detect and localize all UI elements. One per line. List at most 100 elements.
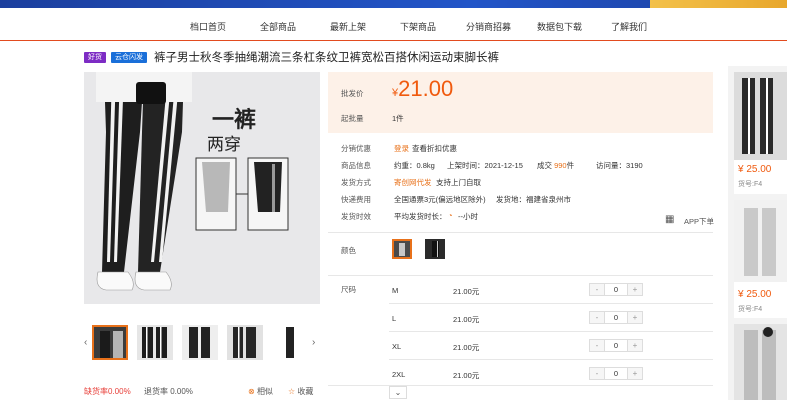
similar-button[interactable]: ⊗ 相似: [248, 386, 273, 397]
plus-button[interactable]: +: [628, 284, 642, 295]
thumbnail-5[interactable]: [272, 325, 308, 360]
min-order-value: 1件: [392, 114, 404, 123]
ship-origin: 发货地：福建省泉州市: [496, 195, 571, 204]
ship-method-label: 发货方式: [341, 178, 371, 187]
login-link[interactable]: 登录: [394, 143, 409, 154]
qrcode-icon: ▦: [665, 214, 675, 225]
shipping-fee-text: 全国通票3元(偏远地区除外): [394, 195, 486, 204]
thumb-image: [272, 325, 308, 360]
swatch-image: [394, 241, 410, 257]
recommend-card[interactable]: [734, 324, 787, 400]
thumbnail-strip: ‹ ›: [84, 323, 320, 363]
price-panel: [328, 72, 713, 133]
expand-sizes-chevron-icon[interactable]: ⌄: [389, 386, 407, 399]
row-divider: [389, 359, 713, 360]
minus-button[interactable]: -: [590, 340, 604, 351]
plus-button[interactable]: +: [628, 368, 642, 379]
min-order-label: 起批量: [341, 114, 364, 123]
thumbnail-3[interactable]: [182, 325, 218, 360]
recommend-image: [734, 200, 787, 282]
ship-time-label: 发货时效: [341, 212, 371, 221]
promo-line1: 一裤: [212, 107, 256, 133]
thumb-image: [227, 325, 263, 360]
size-price: 21.00元: [453, 315, 480, 324]
color-swatch-grey[interactable]: [392, 239, 412, 259]
quantity-stepper: -0 +: [589, 311, 643, 324]
recommend-code: 货号:F4: [738, 306, 763, 313]
nav-store-home[interactable]: 档口首页: [190, 20, 226, 33]
thumbnail-4[interactable]: [227, 325, 263, 360]
goods-info-label: 商品信息: [341, 161, 371, 170]
thumb-image: [94, 327, 126, 358]
quantity-input[interactable]: 0: [604, 312, 628, 323]
quantity-stepper: -0 +: [589, 283, 643, 296]
return-rate: 退货率 0.00%: [144, 387, 193, 396]
nav-distributor-recruit[interactable]: 分销商招募: [466, 20, 511, 33]
thumb-image: [137, 325, 173, 360]
nav-data-download[interactable]: 数据包下载: [537, 20, 582, 33]
thumb-next-icon[interactable]: ›: [312, 337, 315, 348]
minus-button[interactable]: -: [590, 368, 604, 379]
discount-text: 查看折扣优惠: [412, 144, 457, 153]
thumbnail-1[interactable]: [92, 325, 128, 360]
quantity-input[interactable]: 0: [604, 284, 628, 295]
clock-icon: ◔: [448, 211, 453, 220]
thumbnail-2[interactable]: [137, 325, 173, 360]
size-name: XL: [392, 342, 402, 351]
size-name: M: [392, 286, 399, 295]
banner-gold-strip: [650, 0, 787, 8]
weight-value: 约重：0.8kg: [394, 161, 435, 170]
thumb-image: [182, 325, 218, 360]
thumb-prev-icon[interactable]: ‹: [84, 337, 87, 348]
nav-new-arrivals[interactable]: 最新上架: [330, 20, 366, 33]
recommend-image: [734, 72, 787, 160]
divider: [328, 385, 713, 386]
divider: [328, 275, 713, 276]
row-divider: [389, 303, 713, 304]
minus-button[interactable]: -: [590, 284, 604, 295]
nav-about-us[interactable]: 了解我们: [611, 20, 647, 33]
ship-method-link[interactable]: 寄创网代发: [394, 177, 432, 188]
ship-time-value: --小时: [458, 212, 478, 221]
minus-button[interactable]: -: [590, 312, 604, 323]
row-divider: [389, 331, 713, 332]
recommend-card[interactable]: [734, 200, 787, 318]
recommend-image: [734, 324, 787, 400]
size-price: 21.00元: [453, 371, 480, 380]
quantity-stepper: -0 +: [589, 367, 643, 380]
visit-count: 访问量：3190: [596, 161, 643, 170]
deals-count: 成交 990件: [537, 161, 575, 170]
plus-button[interactable]: +: [628, 340, 642, 351]
product-title: 裤子男士秋冬季抽绳潮流三条杠条纹卫裤宽松百搭休闲运动束脚长裤: [154, 52, 499, 64]
recommend-price: ¥ 25.00: [738, 289, 772, 300]
title-row: 好货 云仓闪发 裤子男士秋冬季抽绳潮流三条杠条纹卫裤宽松百搭休闲运动束脚长裤: [84, 50, 499, 64]
favorite-button[interactable]: ☆ 收藏: [288, 386, 313, 397]
discount-label: 分销优惠: [341, 144, 371, 153]
nav-delisted[interactable]: 下架商品: [400, 20, 436, 33]
recommend-price: ¥ 25.00: [738, 164, 772, 175]
divider: [328, 232, 713, 233]
quantity-input[interactable]: 0: [604, 340, 628, 351]
app-order-link[interactable]: APP下单: [684, 216, 714, 227]
size-label: 尺码: [341, 285, 356, 294]
color-label: 颜色: [341, 246, 356, 255]
main-product-image[interactable]: 一裤 两穿: [84, 72, 320, 304]
color-swatch-black[interactable]: [425, 239, 445, 259]
nav-all-products[interactable]: 全部商品: [260, 20, 296, 33]
wholesale-price: ¥21.00: [392, 76, 454, 101]
store-navbar: 档口首页 全部商品 最新上架 下架商品 分销商招募 数据包下载 了解我们: [0, 8, 787, 41]
star-icon: ☆: [288, 387, 296, 396]
ship-time-text: 平均发货时长：: [394, 212, 447, 221]
recommend-code: 货号:F4: [738, 181, 763, 188]
similar-icon: ⊗: [248, 387, 255, 396]
size-name: L: [392, 314, 397, 323]
plus-button[interactable]: +: [628, 312, 642, 323]
size-name: 2XL: [392, 370, 406, 379]
quantity-input[interactable]: 0: [604, 368, 628, 379]
pickup-text: 支持上门自取: [436, 178, 481, 187]
recommend-card[interactable]: [734, 72, 787, 194]
swatch-image: [425, 239, 445, 259]
size-price: 21.00元: [453, 287, 480, 296]
cloud-ship-badge: 云仓闪发: [111, 51, 147, 63]
top-banner: [0, 0, 787, 8]
